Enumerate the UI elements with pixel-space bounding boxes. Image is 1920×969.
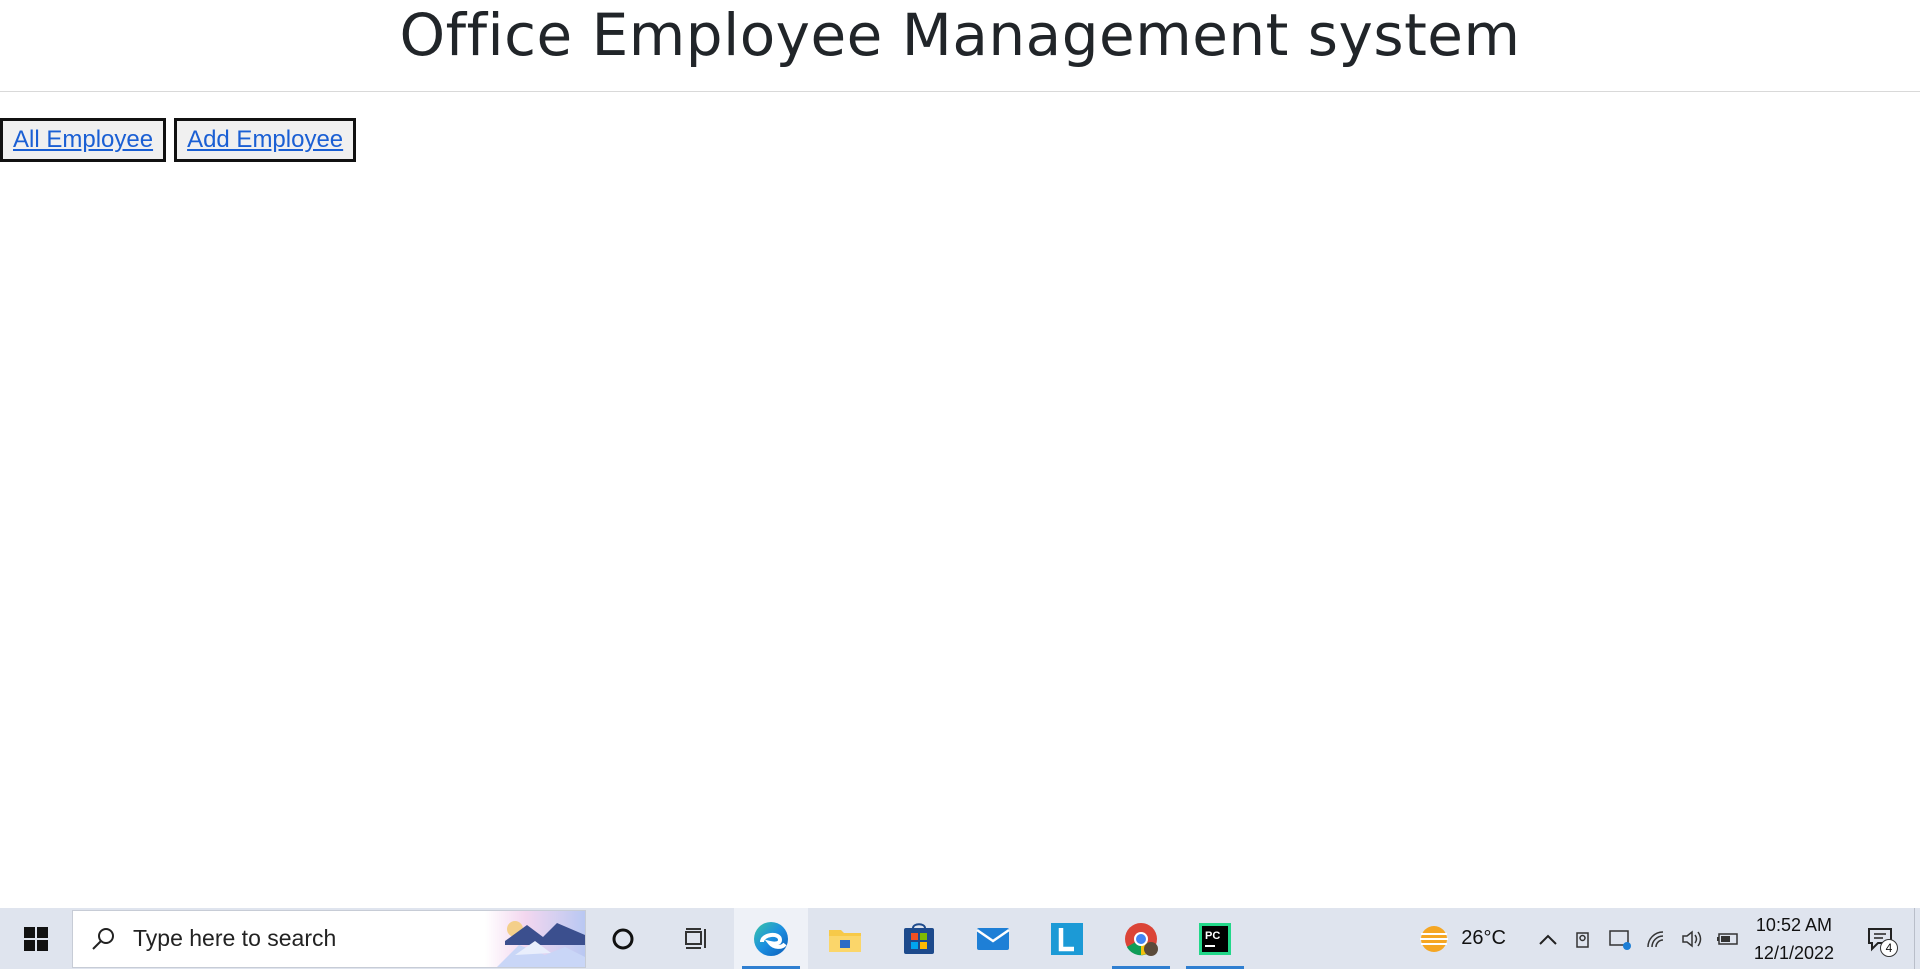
nav-bar: All Employee Add Employee [0, 118, 357, 162]
page-header: Office Employee Management system [0, 0, 1920, 92]
page-title: Office Employee Management system [399, 0, 1521, 69]
volume-icon[interactable] [1680, 927, 1704, 951]
all-employee-link[interactable]: All Employee [0, 118, 167, 162]
windows-logo-icon [24, 926, 48, 951]
show-desktop-button[interactable] [1914, 908, 1920, 969]
chevron-up-icon[interactable] [1536, 927, 1560, 951]
meet-now-icon[interactable] [1572, 927, 1596, 951]
svg-text:PC: PC [1205, 930, 1220, 942]
taskbar-search[interactable]: Type here to search [72, 909, 586, 968]
weather-icon [1420, 925, 1449, 952]
clock-date: 12/1/2022 [1753, 942, 1834, 963]
weather-widget[interactable]: 26°C [1417, 924, 1506, 954]
task-view-icon[interactable] [660, 908, 734, 969]
page: Office Employee Management system All Em… [0, 0, 1920, 908]
edge-icon[interactable] [734, 908, 808, 969]
search-icon [73, 926, 133, 952]
system-tray [1536, 927, 1740, 951]
system-clock[interactable]: 10:52 AM 12/1/2022 [1754, 911, 1834, 967]
clock-time: 10:52 AM [1755, 914, 1832, 935]
chrome-icon[interactable] [1104, 908, 1178, 969]
cortana-icon[interactable] [586, 908, 660, 969]
sync-icon[interactable] [1608, 927, 1632, 951]
search-highlight-image [485, 910, 585, 967]
mail-icon[interactable] [956, 908, 1030, 969]
microsoft-store-icon[interactable] [882, 908, 956, 969]
l-app-icon[interactable] [1030, 908, 1104, 969]
weather-temperature: 26°C [1461, 927, 1506, 949]
wifi-icon[interactable] [1644, 927, 1668, 951]
file-explorer-icon[interactable] [808, 908, 882, 969]
notifications-button[interactable]: 4 [1860, 919, 1900, 959]
add-employee-link[interactable]: Add Employee [174, 118, 357, 162]
battery-icon[interactable] [1716, 927, 1740, 951]
search-placeholder: Type here to search [133, 925, 337, 951]
taskbar: Type here to search PC 26°C 10:52 AM 12/… [0, 908, 1920, 969]
notification-count-badge: 4 [1880, 938, 1898, 957]
pycharm-icon[interactable]: PC [1178, 908, 1252, 969]
start-button[interactable] [0, 908, 72, 969]
